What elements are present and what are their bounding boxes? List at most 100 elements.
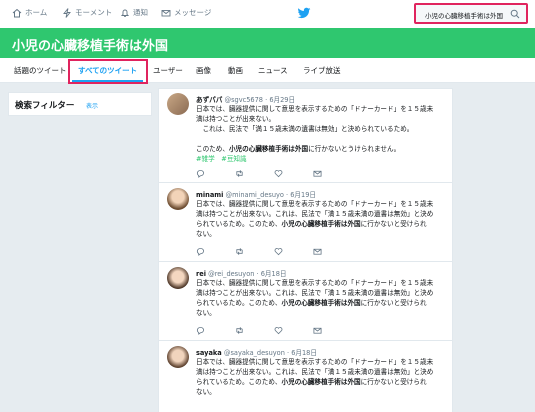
tweet-text-bold: 小児の心臓移植手術は外国 (228, 145, 309, 153)
twitter-bird-icon[interactable] (297, 6, 311, 20)
mail-icon (161, 9, 171, 16)
reply-icon[interactable] (196, 247, 205, 256)
tweet-line: ない。 (196, 388, 216, 396)
like-icon[interactable] (274, 247, 283, 256)
tweet-author-name[interactable]: minami (196, 191, 223, 199)
nav-notifications[interactable]: 通知 (120, 7, 148, 18)
tweet-text: 日本では、臓器提供に関して意思を表示するための「ドナーカード」を１５歳未 満は持… (196, 104, 448, 164)
lightning-icon (63, 7, 71, 18)
tweet-line: ない。 (196, 230, 216, 238)
reply-icon[interactable] (196, 326, 205, 335)
home-icon (12, 8, 22, 17)
tweet-actions (196, 247, 322, 256)
tweet-line: 満は持つことが出来ない。これは、民法で「満１５歳未満の遺書は無効」と決め (196, 210, 434, 218)
tweet-author-name[interactable]: rei (196, 270, 206, 278)
search-filter-panel: 検索フィルター 表示 (8, 92, 152, 116)
tweet-author-handle[interactable]: @sgvc5678 (224, 96, 263, 104)
tweet-text-bold: 小児の心臓移植手術は外国 (281, 220, 361, 228)
tweet-text-segment: られているため。このため、 (196, 378, 282, 386)
tweet-date[interactable]: 6月19日 (290, 191, 316, 199)
tweet-text-segment: このため、 (196, 145, 229, 153)
tab-top[interactable]: 話題のツイート (14, 65, 67, 76)
message-icon[interactable] (313, 326, 322, 335)
tweet-line: 満は持つことが出来ない。これは、民法で「満１５歳未満の遺書は無効」と決め (196, 368, 434, 376)
tweet-author-handle[interactable]: @minami_desuyo (226, 191, 284, 199)
tweet-actions (196, 169, 322, 178)
tab-highlight-box (68, 59, 148, 84)
retweet-icon[interactable] (235, 169, 244, 178)
tweet-header: minami @minami_desuyo · 6月19日 (196, 191, 317, 199)
tweet-date[interactable]: 6月18日 (261, 270, 287, 278)
tweet-line: ない。 (196, 309, 216, 317)
tab-live[interactable]: ライブ放送 (303, 65, 341, 76)
search-banner: 小児の心臓移植手術は外国 (0, 28, 535, 58)
like-icon[interactable] (274, 169, 283, 178)
tweet[interactable]: sayaka @sayaka_desuyon · 6月18日 日本では、臓器提供… (159, 340, 452, 412)
tweet-line: 日本では、臓器提供に関して意思を表示するための「ドナーカード」を１５歳未 (196, 200, 434, 208)
tweet-line: られているため。このため、小児の心臓移植手術は外国に行かないと受けられ (196, 298, 448, 308)
tweet-text-segment: に行かないとうけられません。 (308, 145, 401, 153)
tweet-author-name[interactable]: あずパパ (196, 96, 222, 104)
nav-moments[interactable]: モーメント (62, 7, 112, 18)
nav-home-label: ホーム (25, 8, 48, 17)
tweet-line: られているため。このため、小児の心臓移植手術は外国に行かないと受けられ (196, 377, 448, 387)
tweet-text-bold: 小児の心臓移植手術は外国 (281, 378, 361, 386)
tweet-timeline: あずパパ @sgvc5678 · 6月29日 日本では、臓器提供に関して意思を表… (158, 88, 453, 412)
tweet-author-name[interactable]: sayaka (196, 349, 222, 357)
avatar[interactable] (167, 346, 189, 368)
tab-news[interactable]: ニュース (258, 65, 288, 76)
tweet-text-segment: に行かないと受けられ (360, 220, 427, 228)
tweet-text: 日本では、臓器提供に関して意思を表示するための「ドナーカード」を１５歳未 満は持… (196, 199, 448, 239)
message-icon[interactable] (313, 247, 322, 256)
tweet-text: 日本では、臓器提供に関して意思を表示するための「ドナーカード」を１５歳未 満は持… (196, 278, 448, 318)
tweet-header: あずパパ @sgvc5678 · 6月29日 (196, 96, 296, 104)
tweet-author-handle[interactable]: @sayaka_desuyon (224, 349, 285, 357)
tweet-text: 日本では、臓器提供に関して意思を表示するための「ドナーカード」を１５歳未 満は持… (196, 357, 448, 397)
search-filter-show-link[interactable]: 表示 (86, 101, 98, 110)
nav-messages-label: メッセージ (174, 8, 212, 17)
tweet-text-segment: に行かないと受けられ (360, 378, 427, 386)
tweet-line: これは、民法で「満１５歳未満の遺書は無効」と決められているため。 (196, 125, 414, 133)
retweet-icon[interactable] (235, 247, 244, 256)
tab-videos[interactable]: 動画 (228, 65, 243, 76)
like-icon[interactable] (274, 326, 283, 335)
reply-icon[interactable] (196, 169, 205, 178)
tweet-date[interactable]: 6月29日 (269, 96, 295, 104)
search-icon[interactable] (510, 9, 520, 19)
tweet[interactable]: rei @rei_desuyon · 6月18日 日本では、臓器提供に関して意思… (159, 261, 452, 341)
nav-notifications-label: 通知 (133, 8, 148, 17)
tweet-hashtags[interactable]: #雑学 #豆知識 (196, 154, 448, 164)
nav-messages[interactable]: メッセージ (161, 7, 211, 18)
tab-users[interactable]: ユーザー (153, 65, 183, 76)
tweet-line: 日本では、臓器提供に関して意思を表示するための「ドナーカード」を１５歳未 (196, 105, 434, 113)
tweet-line (196, 134, 448, 144)
nav-moments-label: モーメント (75, 8, 113, 17)
tweet-text-segment: られているため。このため、 (196, 220, 282, 228)
retweet-icon[interactable] (235, 326, 244, 335)
tweet[interactable]: あずパパ @sgvc5678 · 6月29日 日本では、臓器提供に関して意思を表… (159, 89, 452, 183)
search-box[interactable]: 小児の心臓移植手術は外国 (414, 3, 528, 24)
tweet-author-handle[interactable]: @rei_desuyon (208, 270, 254, 278)
page-title: 小児の心臓移植手術は外国 (12, 39, 169, 54)
avatar[interactable] (167, 93, 189, 115)
avatar[interactable] (167, 188, 189, 210)
tweet-header: sayaka @sayaka_desuyon · 6月18日 (196, 349, 317, 357)
tweet-line: 満は持つことが出来ない。 (196, 115, 276, 123)
tweet[interactable]: minami @minami_desuyo · 6月19日 日本では、臓器提供に… (159, 182, 452, 262)
message-icon[interactable] (313, 169, 322, 178)
search-filter-title: 検索フィルター (15, 101, 75, 111)
tweet-text-segment: に行かないと受けられ (360, 299, 427, 307)
tweet-line: 日本では、臓器提供に関して意思を表示するための「ドナーカード」を１５歳未 (196, 358, 434, 366)
tweet-date[interactable]: 6月18日 (291, 349, 317, 357)
tweet-line: このため、小児の心臓移植手術は外国に行かないとうけられません。 (196, 144, 448, 154)
tweet-line: 日本では、臓器提供に関して意思を表示するための「ドナーカード」を１５歳未 (196, 279, 434, 287)
tab-images[interactable]: 画像 (196, 65, 211, 76)
avatar[interactable] (167, 267, 189, 289)
top-nav: ホーム モーメント 通知 メッセージ 小児の心臓移植手術は外国 (0, 0, 535, 29)
tweet-header: rei @rei_desuyon · 6月18日 (196, 270, 287, 278)
tweet-actions (196, 326, 322, 335)
nav-home[interactable]: ホーム (12, 7, 47, 18)
tweet-line: られているため。このため、小児の心臓移植手術は外国に行かないと受けられ (196, 219, 448, 229)
tweet-line: 満は持つことが出来ない。これは、民法で「満１５歳未満の遺書は無効」と決め (196, 289, 434, 297)
search-input[interactable]: 小児の心臓移植手術は外国 (425, 10, 503, 20)
